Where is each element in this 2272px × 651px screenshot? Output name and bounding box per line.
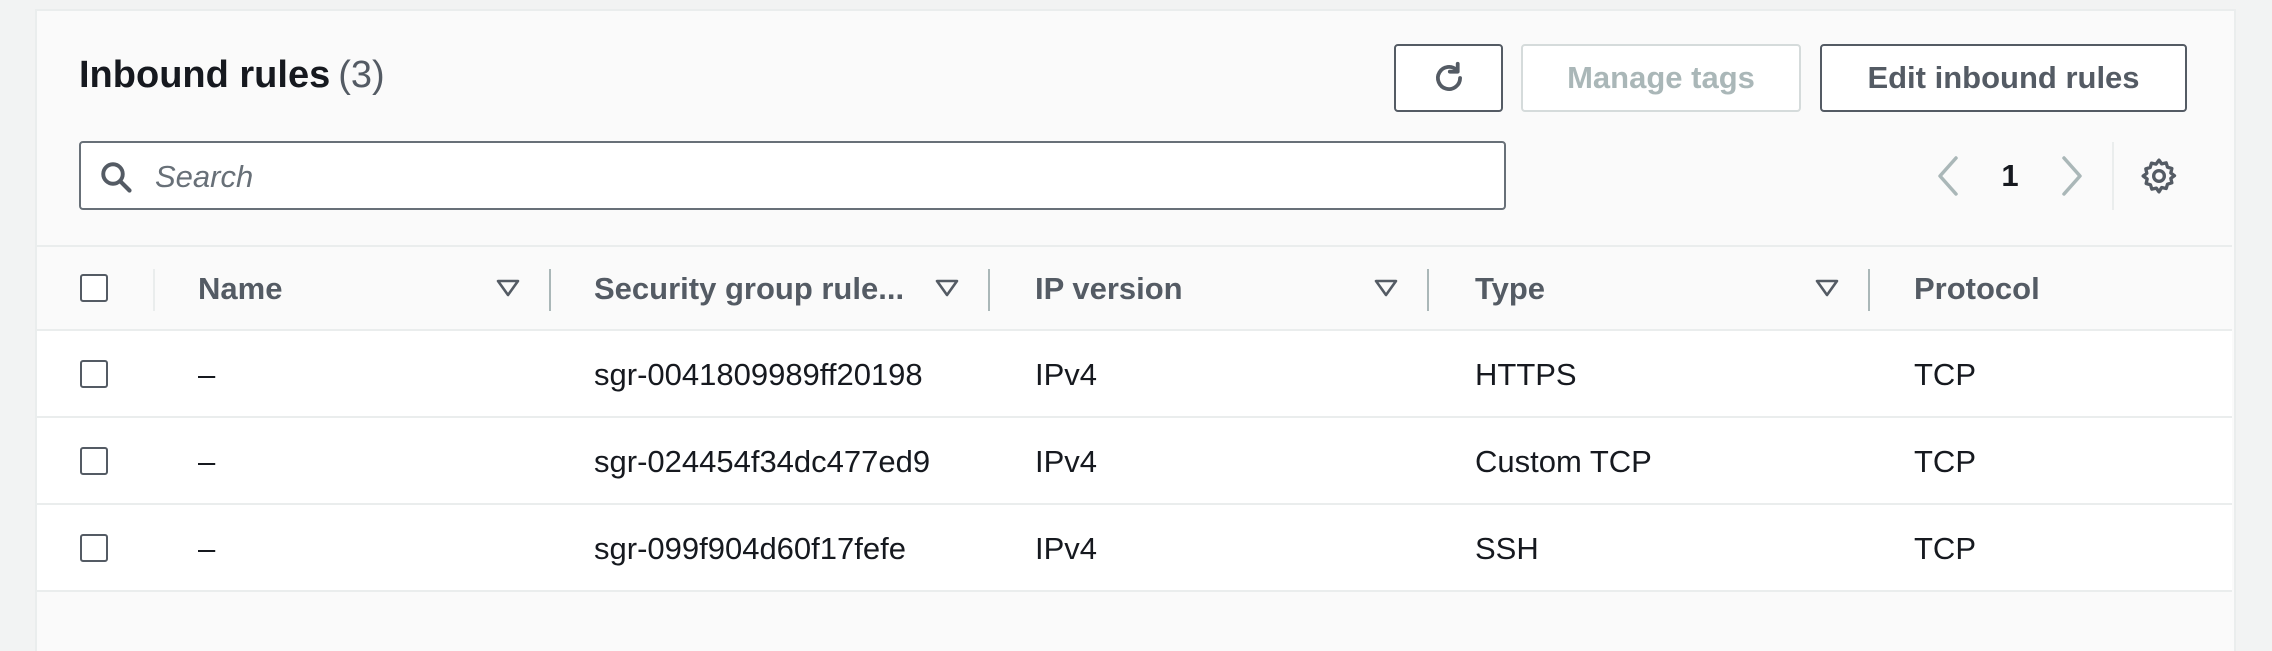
previous-page-icon[interactable]: [1934, 152, 1964, 200]
cell-protocol: TCP: [1914, 531, 1976, 566]
column-header-ip-version[interactable]: IP version: [1035, 271, 1183, 307]
column-divider[interactable]: [1427, 269, 1429, 311]
manage-tags-button: Manage tags: [1521, 44, 1801, 112]
cell-type: Custom TCP: [1475, 444, 1652, 479]
sort-caret-icon[interactable]: [495, 277, 521, 299]
cell-protocol: TCP: [1914, 444, 1976, 479]
search-box[interactable]: [79, 141, 1506, 210]
table-header: Name Security group rule... IP version T…: [37, 245, 2232, 331]
column-header-type[interactable]: Type: [1475, 271, 1545, 307]
column-header-protocol[interactable]: Protocol: [1914, 271, 2040, 307]
cell-name: –: [198, 531, 216, 566]
current-page-number[interactable]: 1: [1992, 158, 2028, 206]
cell-ip-version: IPv4: [1035, 444, 1098, 479]
edit-inbound-rules-button[interactable]: Edit inbound rules: [1820, 44, 2187, 112]
refresh-icon: [1435, 61, 1462, 91]
sort-caret-icon[interactable]: [934, 277, 960, 299]
settings-gear-icon[interactable]: [2139, 156, 2179, 196]
cell-type: HTTPS: [1475, 357, 1577, 392]
cell-name: –: [198, 357, 216, 392]
row-checkbox[interactable]: [80, 447, 108, 475]
column-header-rule-id[interactable]: Security group rule...: [594, 271, 904, 307]
cell-type: SSH: [1475, 531, 1539, 566]
rule-count: (3): [338, 54, 385, 96]
select-all-checkbox[interactable]: [80, 274, 108, 302]
row-checkbox[interactable]: [80, 360, 108, 388]
row-checkbox[interactable]: [80, 534, 108, 562]
cell-ip-version: IPv4: [1035, 531, 1098, 566]
sort-caret-icon[interactable]: [1373, 277, 1399, 299]
column-divider: [153, 269, 155, 311]
sort-caret-icon[interactable]: [1814, 277, 1840, 299]
panel-title: Inbound rules (3): [79, 54, 385, 97]
cell-rule-id: sgr-099f904d60f17fefe: [594, 531, 906, 566]
table-row[interactable]: – sgr-024454f34dc477ed9 IPv4 Custom TCP …: [37, 418, 2232, 505]
next-page-icon[interactable]: [2056, 152, 2086, 200]
refresh-button[interactable]: [1394, 44, 1503, 112]
table-row[interactable]: – sgr-099f904d60f17fefe IPv4 SSH TCP: [37, 505, 2232, 592]
table-row[interactable]: – sgr-0041809989ff20198 IPv4 HTTPS TCP: [37, 331, 2232, 418]
cell-ip-version: IPv4: [1035, 357, 1098, 392]
search-icon: [101, 162, 132, 193]
cell-name: –: [198, 444, 216, 479]
search-input[interactable]: [153, 151, 1487, 203]
panel-title-text: Inbound rules: [79, 54, 331, 96]
cell-rule-id: sgr-024454f34dc477ed9: [594, 444, 931, 479]
column-divider[interactable]: [1868, 269, 1870, 311]
column-divider[interactable]: [549, 269, 551, 311]
column-header-name[interactable]: Name: [198, 271, 282, 307]
cell-rule-id: sgr-0041809989ff20198: [594, 357, 923, 392]
column-divider[interactable]: [988, 269, 990, 311]
pagination-divider: [2112, 142, 2114, 210]
cell-protocol: TCP: [1914, 357, 1976, 392]
